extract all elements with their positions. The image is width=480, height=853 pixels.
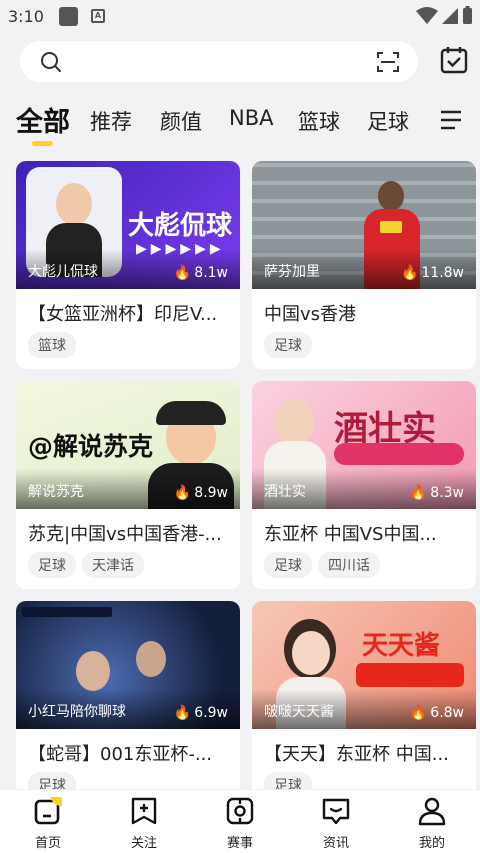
nav-label: 我的 — [418, 836, 445, 851]
anchor-name: 啵啵天天酱 — [264, 704, 334, 720]
stream-card[interactable]: 小红马陪你聊球 🔥 6.9w 【蛇哥】001东亚杯-... 足球 — [16, 601, 240, 809]
stream-thumbnail: 大彪侃球 ▶▶▶▶▶▶ 大彪儿侃球 🔥8.1w — [16, 161, 240, 289]
tag[interactable]: 篮球 — [28, 332, 76, 358]
stream-title: 【女篮亚洲杯】印尼V... — [28, 304, 218, 325]
anchor-name: 大彪儿侃球 — [28, 264, 98, 280]
calendar-check-icon[interactable] — [440, 46, 468, 74]
search-icon — [41, 52, 61, 72]
stream-thumbnail: 萨芬加里 🔥 11.8w — [252, 161, 476, 289]
crowd-face — [136, 641, 166, 677]
stream-title: 东亚杯 中国VS中国... — [264, 524, 437, 545]
status-time: 3:10 — [8, 7, 44, 26]
heat-count: 🔥 8.1w — [174, 265, 228, 281]
host-face — [292, 631, 330, 675]
tab-menu-icon[interactable] — [440, 108, 462, 132]
flame-icon: 🔥 — [173, 485, 192, 501]
flame-icon: 🔥 — [409, 705, 428, 721]
nav-label: 关注 — [130, 836, 157, 851]
category-tabs: 全部 推荐 颜值 NBA 篮球 足球 — [0, 100, 480, 150]
anchor-name: 酒壮实 — [264, 484, 306, 500]
tag[interactable]: 足球 — [264, 552, 312, 578]
crowd-face — [76, 651, 110, 691]
tag[interactable]: 足球 — [28, 552, 76, 578]
tab-nba[interactable]: NBA — [229, 106, 273, 130]
anchor-name: 小红马陪你聊球 — [28, 704, 126, 720]
tab-all[interactable]: 全部 — [16, 100, 70, 139]
bottom-nav: 首页 关注 赛事 资讯 我的 — [0, 789, 480, 853]
art-banner — [334, 443, 464, 465]
notification-icon — [59, 7, 78, 26]
stream-title: 中国vs香港 — [264, 304, 357, 325]
app-notification-icon: A — [91, 9, 105, 23]
stream-card[interactable]: 酒壮实 酒壮实 🔥 8.3w 东亚杯 中国VS中国... 足球 四川话 — [252, 381, 476, 589]
nav-label: 赛事 — [226, 836, 253, 851]
heat-value: 8.9w — [194, 485, 228, 501]
stream-card[interactable]: 大彪侃球 ▶▶▶▶▶▶ 大彪儿侃球 🔥8.1w 【女篮亚洲杯】印尼V... 篮球 — [16, 161, 240, 369]
nav-follow[interactable]: 关注 — [114, 796, 174, 851]
follow-icon — [131, 797, 157, 825]
tag[interactable]: 足球 — [264, 332, 312, 358]
news-icon — [322, 798, 350, 825]
user-icon — [418, 797, 446, 826]
heat-value: 8.1w — [194, 265, 228, 281]
thumbnail-art-text: 天天酱 — [362, 631, 441, 661]
flame-icon: 🔥 — [400, 265, 419, 281]
nav-home[interactable]: 首页 — [18, 796, 78, 851]
heat-count: 🔥 8.3w — [410, 485, 464, 501]
wifi-battery-icon — [416, 6, 472, 24]
nav-news[interactable]: 资讯 — [306, 796, 366, 851]
heat-value: 11.8w — [421, 265, 464, 281]
heat-count: 🔥 8.9w — [174, 485, 228, 501]
thumbnail-art-text: @解说苏克 — [28, 432, 154, 461]
anchor-name: 解说苏克 — [28, 484, 84, 500]
tag-list: 足球 四川话 — [264, 552, 380, 578]
tag[interactable]: 天津话 — [82, 552, 144, 578]
search-bar[interactable] — [20, 41, 418, 82]
heat-count: 🔥 11.8w — [401, 265, 464, 281]
tag-list: 篮球 — [28, 332, 76, 358]
tag-list: 足球 — [264, 332, 312, 358]
heat-value: 8.3w — [430, 485, 464, 501]
stream-thumbnail: 小红马陪你聊球 🔥 6.9w — [16, 601, 240, 729]
stream-thumbnail: 酒壮实 酒壮实 🔥 8.3w — [252, 381, 476, 509]
flame-icon: 🔥 — [173, 265, 192, 281]
flame-icon: 🔥 — [409, 485, 428, 501]
host-face — [274, 399, 314, 445]
nav-label: 资讯 — [322, 836, 349, 851]
stream-thumbnail: @解说苏克 解说苏克 🔥 8.9w — [16, 381, 240, 509]
active-tab-indicator — [32, 141, 53, 146]
stream-title: 苏克|中国vs中国香港-... — [28, 524, 222, 545]
heat-value: 6.9w — [194, 705, 228, 721]
stream-card[interactable]: @解说苏克 解说苏克 🔥 8.9w 苏克|中国vs中国香港-... 足球 天津话 — [16, 381, 240, 589]
tab-recommend[interactable]: 推荐 — [90, 106, 132, 136]
nav-label: 首页 — [34, 836, 61, 851]
score-bar — [22, 607, 112, 617]
tag[interactable]: 四川话 — [318, 552, 380, 578]
tab-football[interactable]: 足球 — [367, 106, 409, 136]
stream-thumbnail: 天天酱 啵啵天天酱 🔥 6.8w — [252, 601, 476, 729]
events-icon — [226, 797, 254, 825]
heat-value: 6.8w — [430, 705, 464, 721]
stream-card[interactable]: 萨芬加里 🔥 11.8w 中国vs香港 足球 — [252, 161, 476, 369]
thumbnail-art-text: 大彪侃球 — [128, 211, 233, 241]
home-icon — [34, 797, 62, 825]
stream-title: 【天天】东亚杯 中国... — [264, 744, 449, 765]
status-bar: 3:10 A — [0, 0, 480, 34]
stream-card[interactable]: 天天酱 啵啵天天酱 🔥 6.8w 【天天】东亚杯 中国... 足球 — [252, 601, 476, 809]
nav-events[interactable]: 赛事 — [210, 796, 270, 851]
heat-count: 🔥 6.9w — [174, 705, 228, 721]
tab-basketball[interactable]: 篮球 — [298, 106, 340, 136]
host-hair — [156, 401, 226, 425]
art-banner — [356, 663, 464, 687]
host-face — [56, 183, 92, 225]
tag-list: 足球 天津话 — [28, 552, 144, 578]
scan-icon[interactable] — [376, 50, 400, 74]
tab-looks[interactable]: 颜值 — [160, 106, 202, 136]
flame-icon: 🔥 — [173, 705, 192, 721]
nav-me[interactable]: 我的 — [402, 796, 462, 851]
anchor-name: 萨芬加里 — [264, 264, 320, 280]
heat-count: 🔥 6.8w — [410, 705, 464, 721]
stream-title: 【蛇哥】001东亚杯-... — [28, 744, 213, 765]
